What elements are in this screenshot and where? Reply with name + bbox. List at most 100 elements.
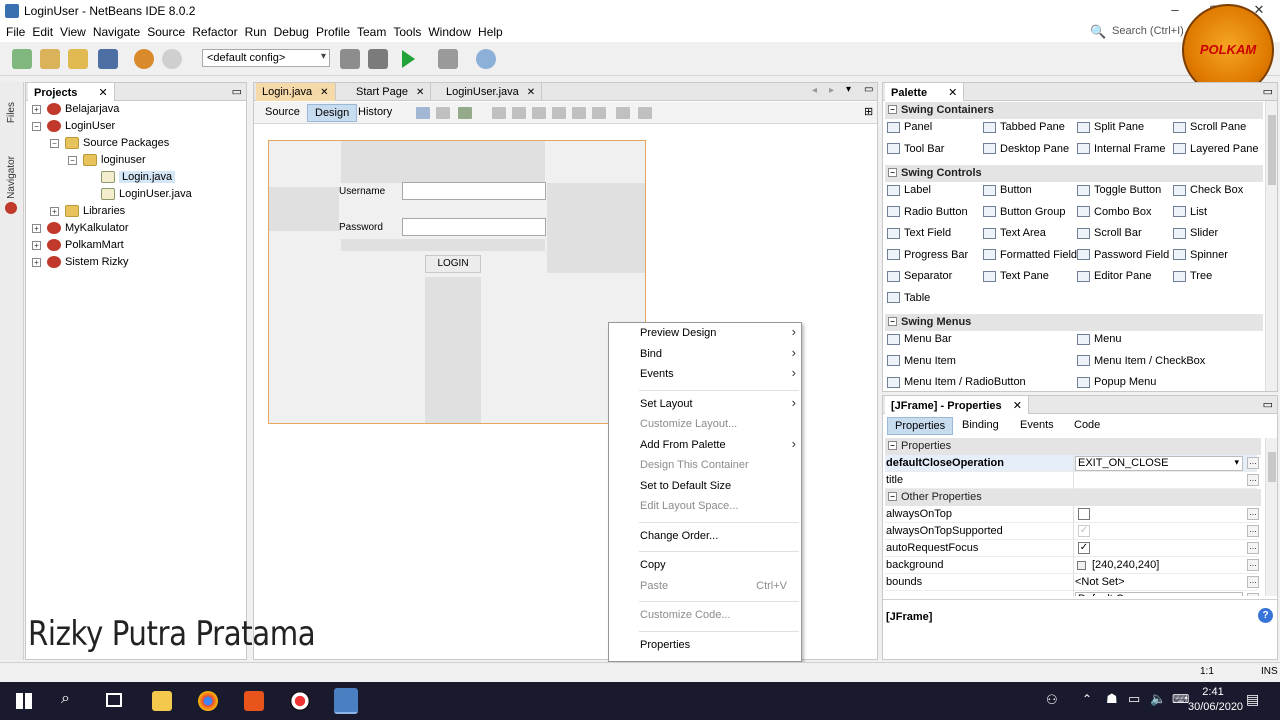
property-section[interactable]: − Other Properties bbox=[885, 489, 1261, 506]
palette-category[interactable]: − Swing Controls bbox=[885, 165, 1263, 182]
resize-vertical-icon[interactable] bbox=[638, 107, 652, 119]
align-bottom-icon[interactable] bbox=[572, 107, 586, 119]
property-editor-button[interactable]: … bbox=[1247, 474, 1259, 486]
password-field[interactable] bbox=[402, 218, 546, 236]
palette-tab[interactable]: Palette ✕ bbox=[885, 83, 965, 101]
property-row[interactable]: alwaysOnTop… bbox=[885, 506, 1259, 523]
navigator-tab[interactable]: Navigator bbox=[6, 156, 17, 199]
center-horizontal-icon[interactable] bbox=[532, 107, 546, 119]
property-row[interactable]: bounds <Not Set>… bbox=[885, 574, 1259, 591]
battery-icon[interactable]: ▭ bbox=[1128, 691, 1140, 707]
close-icon[interactable]: ✕ bbox=[416, 87, 424, 98]
property-row[interactable]: background [240,240,240]… bbox=[885, 557, 1259, 574]
preview-design-icon[interactable] bbox=[458, 107, 472, 119]
palette-item[interactable]: Text Pane bbox=[983, 270, 1049, 288]
menu-item-bind[interactable]: Bind › bbox=[609, 345, 801, 366]
menu-help[interactable]: Help bbox=[474, 22, 506, 39]
menu-item-add-from-palette[interactable]: Add From Palette › bbox=[609, 436, 801, 457]
menu-window[interactable]: Window bbox=[424, 22, 474, 39]
tree-item[interactable]: LoginUser.java bbox=[32, 188, 242, 205]
history-mode-button[interactable]: History bbox=[351, 104, 399, 122]
palette-item[interactable]: Text Field bbox=[887, 227, 951, 245]
people-icon[interactable]: ⚇ bbox=[1046, 692, 1058, 708]
build-icon[interactable] bbox=[340, 49, 360, 69]
property-editor-button[interactable]: … bbox=[1247, 508, 1259, 520]
palette-item[interactable]: Scroll Pane bbox=[1173, 121, 1246, 139]
chevron-down-icon[interactable]: ▾ bbox=[846, 84, 851, 95]
tree-item[interactable]: + MyKalkulator bbox=[32, 222, 242, 239]
palette-item[interactable]: Menu bbox=[1077, 333, 1122, 351]
selection-mode-icon[interactable] bbox=[416, 107, 430, 119]
palette-toggle-icon[interactable]: ⊞ bbox=[864, 105, 873, 118]
menu-item-set-to-default-size[interactable]: Set to Default Size bbox=[609, 477, 801, 498]
expand-icon[interactable]: + bbox=[32, 223, 41, 233]
property-row[interactable]: cursorDefault Cursor▾… bbox=[885, 591, 1259, 596]
run-icon[interactable] bbox=[402, 50, 415, 68]
property-editor-button[interactable]: … bbox=[1247, 576, 1259, 588]
projects-tab[interactable]: Projects ✕ bbox=[28, 83, 115, 101]
menu-run[interactable]: Run bbox=[241, 22, 270, 39]
property-editor-button[interactable]: … bbox=[1247, 559, 1259, 571]
palette-item[interactable]: Menu Bar bbox=[887, 333, 952, 351]
property-row[interactable]: autoRequestFocus ✓… bbox=[885, 540, 1259, 557]
palette-item[interactable]: Split Pane bbox=[1077, 121, 1144, 139]
tree-item[interactable]: − Source Packages bbox=[32, 137, 242, 154]
task-view-icon[interactable] bbox=[106, 693, 122, 707]
services-icon[interactable] bbox=[5, 202, 17, 214]
palette-item[interactable]: Radio Button bbox=[887, 206, 968, 224]
property-row[interactable]: alwaysOnTopSupported ✓… bbox=[885, 523, 1259, 540]
palette-item[interactable]: Table bbox=[887, 292, 930, 310]
search-box[interactable]: 🔍 Search (Ctrl+I) bbox=[1086, 23, 1186, 41]
menu-item-events[interactable]: Events › bbox=[609, 365, 801, 386]
menu-item-copy[interactable]: Copy bbox=[609, 556, 801, 577]
username-field[interactable] bbox=[402, 182, 546, 200]
search-icon[interactable]: ⌕ bbox=[61, 690, 70, 708]
menu-team[interactable]: Team bbox=[353, 22, 389, 39]
palette-item[interactable]: Scroll Bar bbox=[1077, 227, 1142, 245]
open-project-icon[interactable] bbox=[68, 49, 88, 69]
redo-icon[interactable] bbox=[162, 49, 182, 69]
palette-item[interactable]: Check Box bbox=[1173, 184, 1243, 202]
palette-scrollbar[interactable] bbox=[1265, 101, 1277, 391]
close-icon[interactable]: ✕ bbox=[527, 87, 535, 98]
palette-item[interactable]: Panel bbox=[887, 121, 932, 139]
tree-item[interactable]: + Belajarjava bbox=[32, 103, 242, 120]
align-top-icon[interactable] bbox=[552, 107, 566, 119]
chevron-up-icon[interactable]: ⌃ bbox=[1082, 692, 1092, 706]
expand-icon[interactable]: + bbox=[32, 104, 41, 114]
menu-file[interactable]: File bbox=[2, 22, 28, 39]
recorder-icon[interactable] bbox=[290, 691, 310, 711]
palette-item[interactable]: Popup Menu bbox=[1077, 376, 1156, 391]
scroll-left-icon[interactable]: ◂ bbox=[812, 85, 817, 96]
debug-icon[interactable] bbox=[438, 49, 458, 69]
palette-item[interactable]: Menu Item / CheckBox bbox=[1077, 355, 1205, 373]
netbeans-taskbar-icon[interactable] bbox=[334, 688, 358, 714]
collapse-icon[interactable]: − bbox=[888, 441, 897, 450]
clean-build-icon[interactable] bbox=[368, 49, 388, 69]
palette-item[interactable]: Text Area bbox=[983, 227, 1046, 245]
palette-item[interactable]: Internal Frame bbox=[1077, 143, 1166, 161]
close-icon[interactable]: ✕ bbox=[948, 87, 957, 99]
palette-item[interactable]: Menu Item / RadioButton bbox=[887, 376, 1026, 391]
tab-start-page[interactable]: Start Page ✕ bbox=[350, 83, 432, 101]
palette-item[interactable]: Tool Bar bbox=[887, 143, 944, 161]
menu-item-change-order[interactable]: Change Order... bbox=[609, 527, 801, 548]
property-value[interactable]: <Not Set> bbox=[1075, 576, 1125, 588]
palette-item[interactable]: Editor Pane bbox=[1077, 270, 1151, 288]
collapse-icon[interactable]: − bbox=[888, 168, 897, 177]
files-tab[interactable]: Files bbox=[6, 102, 17, 123]
chevron-down-icon[interactable]: ▾ bbox=[1234, 593, 1239, 596]
align-left-icon[interactable] bbox=[492, 107, 506, 119]
palette-item[interactable]: Slider bbox=[1173, 227, 1218, 245]
clock[interactable]: 2:41 30/06/2020 bbox=[1188, 685, 1243, 715]
collapse-icon[interactable]: − bbox=[32, 121, 41, 131]
undo-icon[interactable] bbox=[134, 49, 154, 69]
palette-item[interactable]: Tree bbox=[1173, 270, 1212, 288]
collapse-icon[interactable]: − bbox=[50, 138, 59, 148]
keyboard-icon[interactable]: ⌨ bbox=[1172, 692, 1189, 706]
new-project-icon[interactable] bbox=[40, 49, 60, 69]
align-right-icon[interactable] bbox=[512, 107, 526, 119]
menu-source[interactable]: Source bbox=[143, 22, 188, 39]
tree-item[interactable]: + PolkamMart bbox=[32, 239, 242, 256]
username-label[interactable]: Username bbox=[339, 186, 385, 197]
